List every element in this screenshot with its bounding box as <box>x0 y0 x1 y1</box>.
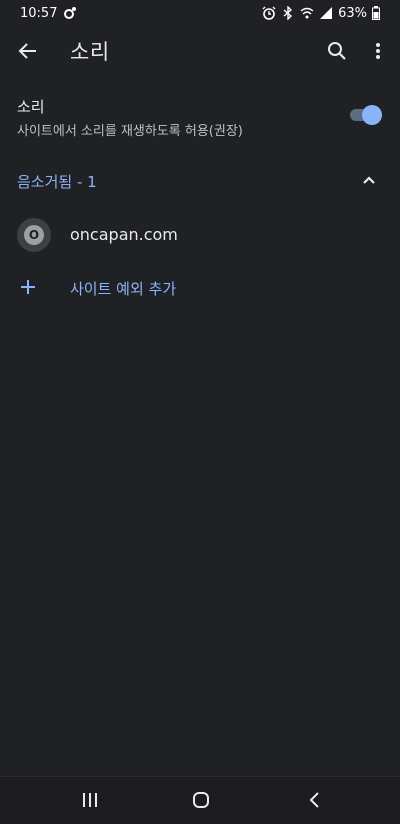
page-title: 소리 <box>70 40 110 64</box>
status-time: 10:57 <box>20 5 58 21</box>
setting-subtitle: 사이트에서 소리를 재생하도록 허용(권장) <box>17 124 243 139</box>
battery-icon <box>372 6 380 20</box>
site-favicon-icon: O <box>17 218 51 252</box>
chevron-up-icon[interactable] <box>358 169 380 191</box>
alarm-icon <box>262 6 276 20</box>
add-site-exception-button[interactable]: 사이트 예외 추가 <box>0 268 400 308</box>
toggle-thumb <box>362 105 382 125</box>
recents-icon[interactable] <box>70 785 110 815</box>
bluetooth-icon <box>281 5 295 21</box>
sound-setting-row[interactable]: 소리 사이트에서 소리를 재생하도록 허용(권장) <box>0 92 400 140</box>
app-notification-icon <box>63 6 77 20</box>
more-vert-icon[interactable] <box>358 31 398 71</box>
signal-icon <box>319 6 333 20</box>
plus-icon <box>17 276 39 298</box>
muted-section-title: 음소거됨 - 1 <box>17 173 97 191</box>
back-icon[interactable] <box>294 785 334 815</box>
battery-percent: 63% <box>338 5 367 21</box>
wifi-icon <box>300 6 314 20</box>
sound-toggle[interactable] <box>348 105 382 125</box>
muted-section-header[interactable]: 음소거됨 - 1 <box>0 160 400 200</box>
add-exception-label: 사이트 예외 추가 <box>70 280 177 298</box>
app-bar: 소리 <box>0 26 400 76</box>
site-name: oncapan.com <box>70 225 178 244</box>
home-icon[interactable] <box>181 785 221 815</box>
status-bar: 10:57 63% <box>0 0 400 26</box>
setting-title: 소리 <box>17 98 45 116</box>
site-list-item[interactable]: O oncapan.com <box>0 214 400 256</box>
site-avatar-letter: O <box>24 225 44 245</box>
system-nav-bar <box>0 776 400 824</box>
back-arrow-icon[interactable] <box>8 31 48 71</box>
search-icon[interactable] <box>317 31 357 71</box>
